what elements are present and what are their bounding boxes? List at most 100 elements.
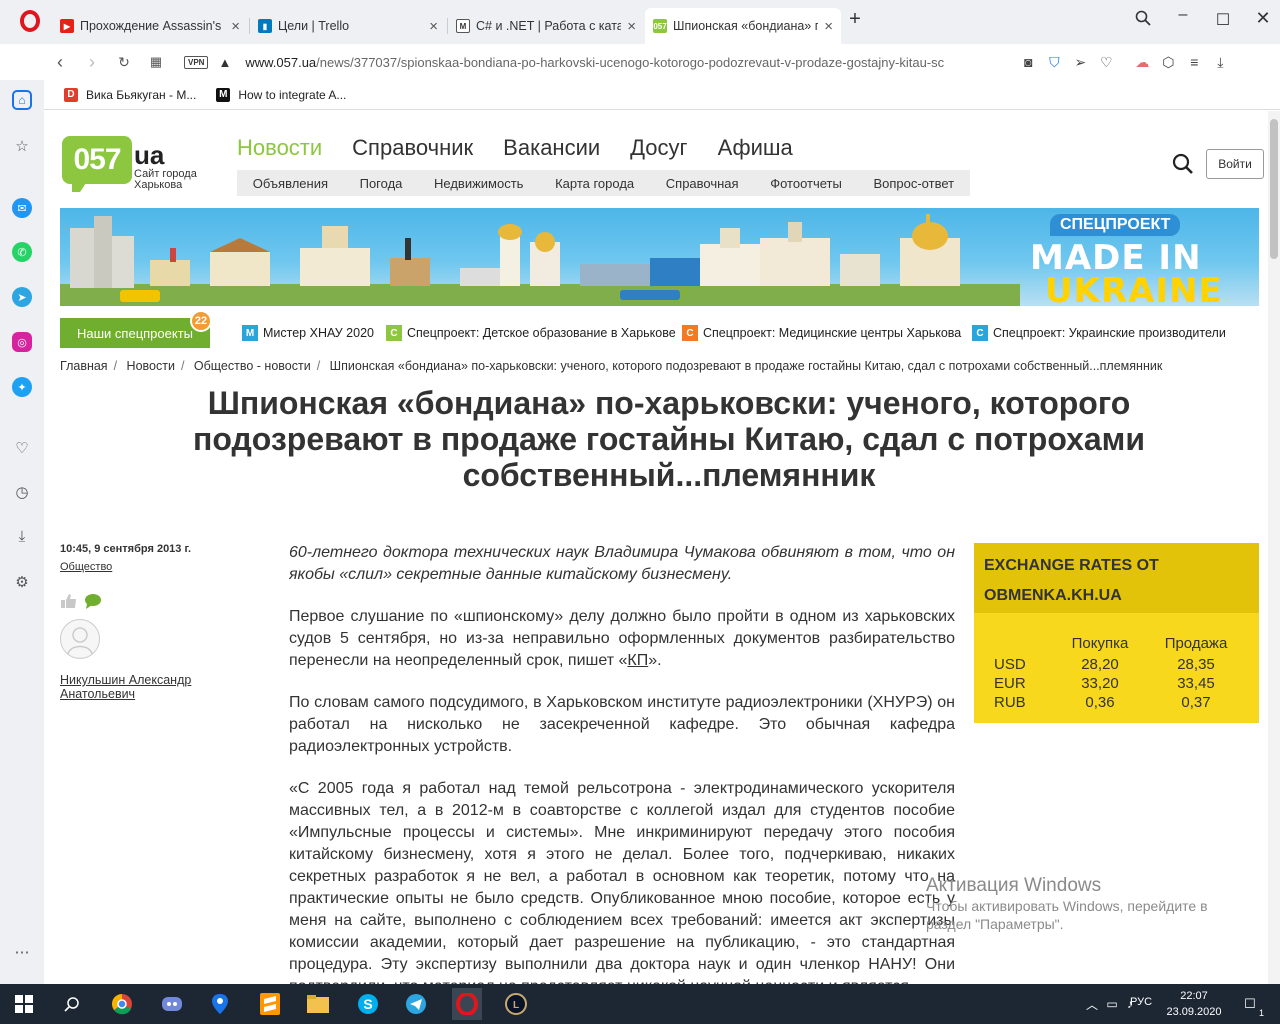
instagram-icon[interactable]: ◎ [12,332,32,352]
subnav-weather[interactable]: Погода [360,176,403,191]
favorites-heart-icon[interactable]: ♡ [12,438,32,458]
page-scrollbar[interactable] [1268,111,1280,990]
keyboard-language[interactable]: РУС [1130,996,1152,1008]
send-icon[interactable]: ➢ [1067,54,1093,71]
close-window-icon[interactable]: ✕ [1248,8,1278,29]
like-icon[interactable] [60,593,78,609]
new-tab-plus-icon[interactable]: + [840,8,870,31]
discord-icon[interactable] [160,992,184,1016]
tab-youtube[interactable]: ▶ Прохождение Assassin's C × [52,10,248,42]
tiles-icon[interactable]: ▦ [140,54,172,70]
login-button[interactable]: Войти [1206,149,1264,179]
tab-search-icon[interactable] [1128,10,1158,31]
cube-icon[interactable]: ⬡ [1155,54,1181,71]
nav-news[interactable]: Новости [237,135,322,161]
rate-sell: 28,35 [1177,656,1215,673]
subnav-realty[interactable]: Недвижимость [434,176,523,191]
nav-leisure[interactable]: Досуг [630,135,687,161]
nav-poster[interactable]: Афиша [718,135,793,161]
settings-gear-icon[interactable]: ⚙ [12,572,32,592]
back-icon[interactable]: ‹ [44,52,76,73]
downloads-icon[interactable]: ⤓ [12,526,32,546]
nav-directory[interactable]: Справочник [352,135,473,161]
comment-icon[interactable] [84,593,102,609]
tab-057-active[interactable]: 057 Шпионская «бондиана» п × [645,8,841,44]
file-explorer-icon[interactable] [306,992,330,1016]
close-tab-icon[interactable]: × [429,18,438,35]
vpn-badge[interactable]: VPN [184,55,209,69]
breadcrumb-home[interactable]: Главная [60,359,108,373]
subnav-map[interactable]: Карта города [555,176,634,191]
lol-icon[interactable]: L [504,992,528,1016]
skype-icon[interactable]: S [356,992,380,1016]
scrollbar-thumb[interactable] [1270,119,1278,259]
download-icon[interactable]: ⤓ [1207,54,1233,71]
logo-tagline: Сайт города Харькова [134,168,197,191]
rates-title[interactable]: EXCHANGE RATES ОТ OBMENKA.KH.UA [974,543,1259,613]
windows-activation-watermark: Активация Windows Чтобы активировать Win… [926,875,1256,933]
subnav-qa[interactable]: Вопрос-ответ [873,176,954,191]
clock[interactable]: 22:07 23.09.2020 [1166,988,1222,1020]
article-paragraph: Первое слушание по «шпионскому» делу дол… [289,606,955,672]
spec-item[interactable]: С Спецпроект: Детское образование в Харь… [386,325,676,341]
opera-menu-icon[interactable] [20,10,40,32]
spec-item[interactable]: М Мистер ХНАУ 2020 [242,325,374,341]
subnav-ads[interactable]: Объявления [253,176,328,191]
article-rubric-link[interactable]: Общество [60,561,112,573]
tab-csharp[interactable]: M C# и .NET | Работа с катал × [448,10,644,42]
notifications-icon[interactable]: ☐ 1 [1238,992,1264,1018]
spec-item-label: Мистер ХНАУ 2020 [263,326,374,340]
more-dots-icon[interactable]: ⋯ [12,942,32,962]
opera-taskbar-icon[interactable] [452,988,482,1020]
settings-sliders-icon[interactable]: ≡ [1181,54,1207,70]
reload-icon[interactable]: ↻ [108,54,140,71]
special-project-banner[interactable]: СПЕЦПРОЕКТ MADE IN UKRAINE [60,208,1259,306]
clock-date: 23.09.2020 [1166,1006,1222,1018]
windows-start-icon[interactable] [12,992,36,1016]
messenger-icon[interactable]: ✉ [12,198,32,218]
subnav-photos[interactable]: Фотоотчеты [770,176,842,191]
telegram-icon[interactable]: ➤ [12,287,32,307]
taskbar-search-icon[interactable] [60,992,84,1016]
bookmark-item[interactable]: M How to integrate A... [216,87,346,102]
nav-jobs[interactable]: Вакансии [503,135,600,161]
sublime-icon[interactable] [258,992,282,1016]
telegram-taskbar-icon[interactable] [404,992,428,1016]
home-icon[interactable]: ⌂ [12,90,32,110]
spec-item[interactable]: С Спецпроект: Украинские производители [972,325,1226,341]
spec-item[interactable]: С Спецпроект: Медицинские центры Харьков… [682,325,961,341]
close-tab-icon[interactable]: × [231,18,240,35]
twitter-icon[interactable]: ✦ [12,377,32,397]
banner-special-label: СПЕЦПРОЕКТ [1050,214,1181,236]
site-search-icon[interactable] [1172,153,1194,175]
breadcrumb-society[interactable]: Общество - новости [194,359,311,373]
camera-icon[interactable]: ◙ [1015,54,1041,70]
close-tab-icon[interactable]: × [627,18,636,35]
close-tab-icon[interactable]: × [824,18,833,35]
author-name-link[interactable]: Никульшин Александр Анатольевич [60,673,220,701]
cloud-icon[interactable]: ☁ [1129,54,1155,71]
source-link-kp[interactable]: КП [627,652,648,669]
minimize-icon[interactable]: – [1168,6,1198,24]
whatsapp-icon[interactable]: ✆ [12,242,32,262]
special-projects-button[interactable]: Наши спецпроекты [60,318,210,348]
speed-dial-star-icon[interactable]: ☆ [12,136,32,156]
svg-text:L: L [513,1000,519,1011]
breadcrumb-news[interactable]: Новости [127,359,175,373]
bookmark-item[interactable]: D Вика Бьякуган - M... [64,87,196,102]
tab-trello[interactable]: ▮ Цели | Trello × [250,10,446,42]
forward-icon[interactable]: › [76,52,108,73]
shield-icon[interactable]: ⛉ [1041,54,1067,71]
site-logo[interactable]: 057 ua Сайт города Харькова [62,136,212,196]
author-avatar[interactable] [60,619,100,659]
history-clock-icon[interactable]: ◷ [12,482,32,502]
chrome-icon[interactable] [110,992,134,1016]
metanit-icon: M [456,19,470,33]
maps-icon[interactable] [208,992,232,1016]
not-secure-icon[interactable]: ▲ [218,55,231,70]
special-projects-bar: Наши спецпроекты 22 М Мистер ХНАУ 2020 С… [60,310,1260,348]
heart-icon[interactable]: ♡ [1093,54,1119,71]
url-field[interactable]: www.057.ua/news/377037/spionskaa-bondian… [245,55,1015,70]
maximize-icon[interactable]: ☐ [1208,10,1238,30]
subnav-reference[interactable]: Справочная [666,176,739,191]
